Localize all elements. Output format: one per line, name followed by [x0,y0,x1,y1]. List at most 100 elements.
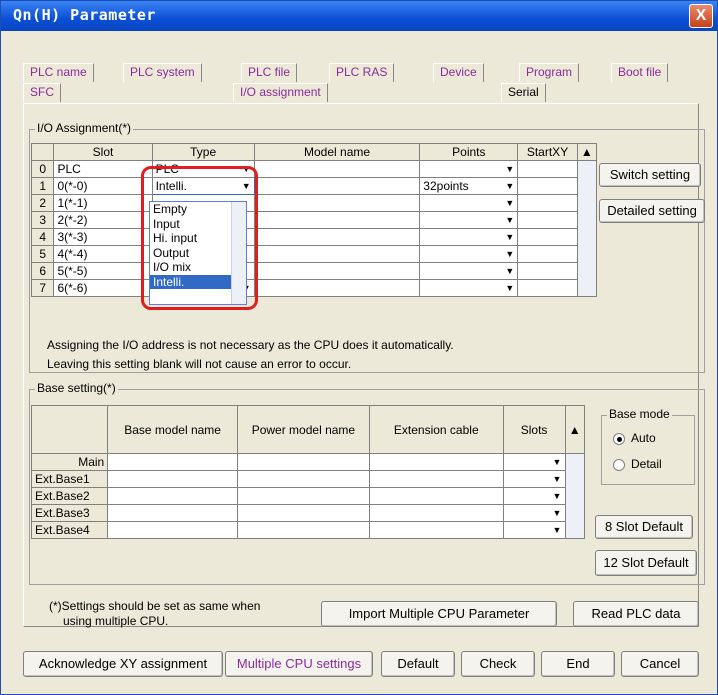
startxy-cell[interactable] [517,245,578,263]
row-number: 0 [30,160,55,178]
acknowledge-xy-button[interactable]: Acknowledge XY assignment [23,651,223,677]
slots-select[interactable]: ▼ [502,470,566,488]
import-multiple-cpu-button[interactable]: Import Multiple CPU Parameter [321,601,557,627]
model-cell[interactable] [253,245,421,263]
startxy-cell[interactable] [517,194,578,212]
slots-select[interactable]: ▼ [502,504,566,522]
power-model-cell[interactable] [236,504,370,522]
chevron-down-icon[interactable]: ▼ [551,506,564,520]
chevron-down-icon[interactable]: ▼ [503,196,516,210]
chevron-down-icon[interactable]: ▼ [551,455,564,469]
model-cell[interactable] [253,160,421,178]
points-select[interactable]: ▼ [419,228,519,246]
mode-auto-radio[interactable]: Auto [613,431,656,445]
chevron-down-icon[interactable]: ▼ [503,281,516,295]
points-select[interactable]: ▼ [419,194,519,212]
model-cell[interactable] [253,177,421,195]
tab-plc-ras[interactable]: PLC RAS [329,63,395,82]
slot-cell: 5(*-5) [53,262,153,280]
points-select[interactable]: ▼ [419,279,519,297]
read-plc-data-button[interactable]: Read PLC data [573,601,699,627]
base-model-cell[interactable] [107,487,238,505]
chevron-down-icon[interactable]: ▼ [503,230,516,244]
table-row: 3 2(*-2) ▼ [30,211,597,229]
points-select[interactable]: ▼ [419,211,519,229]
startxy-cell[interactable] [517,211,578,229]
cable-cell[interactable] [368,504,504,522]
slots-select[interactable]: ▼ [502,487,566,505]
chevron-down-icon[interactable]: ▼ [503,264,516,278]
chevron-down-icon[interactable]: ▼ [551,472,564,486]
model-cell[interactable] [253,228,421,246]
base-model-cell[interactable] [107,470,238,488]
mode-detail-radio[interactable]: Detail [613,457,662,471]
base-model-cell[interactable] [107,453,238,471]
startxy-cell[interactable] [517,177,578,195]
io-scrollbar[interactable] [576,160,598,297]
startxy-cell[interactable] [517,228,578,246]
12-slot-default-button[interactable]: 12 Slot Default [595,550,697,576]
table-row: 7 6(*-6) ▼ ▼ [30,279,597,297]
tab-io-assignment[interactable]: I/O assignment [233,83,328,102]
cable-cell[interactable] [368,521,504,539]
multiple-cpu-settings-button[interactable]: Multiple CPU settings [225,651,373,677]
base-scroll-up[interactable]: ▲ [564,405,585,454]
points-select[interactable]: 32points ▼ [419,177,519,195]
base-scrollbar[interactable] [564,453,585,539]
model-cell[interactable] [253,211,421,229]
cable-cell[interactable] [368,487,504,505]
power-model-cell[interactable] [236,470,370,488]
radio-icon[interactable] [613,458,625,471]
model-cell[interactable] [253,279,421,297]
table-row: Ext.Base2 ▼ [30,487,585,505]
power-model-cell[interactable] [236,487,370,505]
points-select[interactable]: ▼ [419,262,519,280]
chevron-down-icon[interactable]: ▼ [551,523,564,537]
cancel-button[interactable]: Cancel [621,651,699,677]
base-header-slots: Slots [502,405,566,454]
tab-program[interactable]: Program [519,63,580,82]
base-model-cell[interactable] [107,521,238,539]
slots-select[interactable]: ▼ [502,453,566,471]
chevron-down-icon[interactable]: ▼ [503,179,516,193]
points-select[interactable]: ▼ [419,160,519,178]
check-button[interactable]: Check [461,651,535,677]
startxy-cell[interactable] [517,279,578,297]
tab-serial[interactable]: Serial [501,83,546,102]
tab-device[interactable]: Device [433,63,484,82]
model-cell[interactable] [253,194,421,212]
cable-cell[interactable] [368,470,504,488]
chevron-down-icon[interactable]: ▼ [551,489,564,503]
8-slot-default-button[interactable]: 8 Slot Default [595,515,693,539]
multi-cpu-note-1: (*)Settings should be set as same when [49,599,261,613]
detailed-setting-button[interactable]: Detailed setting [599,199,705,223]
chevron-down-icon[interactable]: ▼ [503,162,516,176]
close-button[interactable]: X [689,4,713,28]
chevron-down-icon[interactable]: ▼ [503,213,516,227]
power-model-cell[interactable] [236,453,370,471]
tab-sfc[interactable]: SFC [23,83,61,102]
slots-select[interactable]: ▼ [502,521,566,539]
base-mode-title: Base mode [607,407,672,421]
points-select[interactable]: ▼ [419,245,519,263]
io-header-corner [30,143,55,161]
io-scroll-up[interactable]: ▲ [576,143,598,161]
chevron-down-icon[interactable]: ▼ [503,247,516,261]
model-cell[interactable] [253,262,421,280]
switch-setting-button[interactable]: Switch setting [599,163,701,187]
tab-plc-system[interactable]: PLC system [123,63,202,82]
base-header-corner [30,405,109,454]
default-button[interactable]: Default [381,651,455,677]
base-model-cell[interactable] [107,504,238,522]
startxy-cell[interactable] [517,160,578,178]
startxy-cell[interactable] [517,262,578,280]
tab-plc-name[interactable]: PLC name [23,63,94,82]
slot-cell: 1(*-1) [53,194,153,212]
end-button[interactable]: End [541,651,615,677]
tab-plc-file[interactable]: PLC file [241,63,298,82]
row-number: 5 [30,245,55,263]
power-model-cell[interactable] [236,521,370,539]
radio-selected-icon[interactable] [613,432,625,445]
cable-cell[interactable] [368,453,504,471]
tab-boot-file[interactable]: Boot file [611,63,669,82]
